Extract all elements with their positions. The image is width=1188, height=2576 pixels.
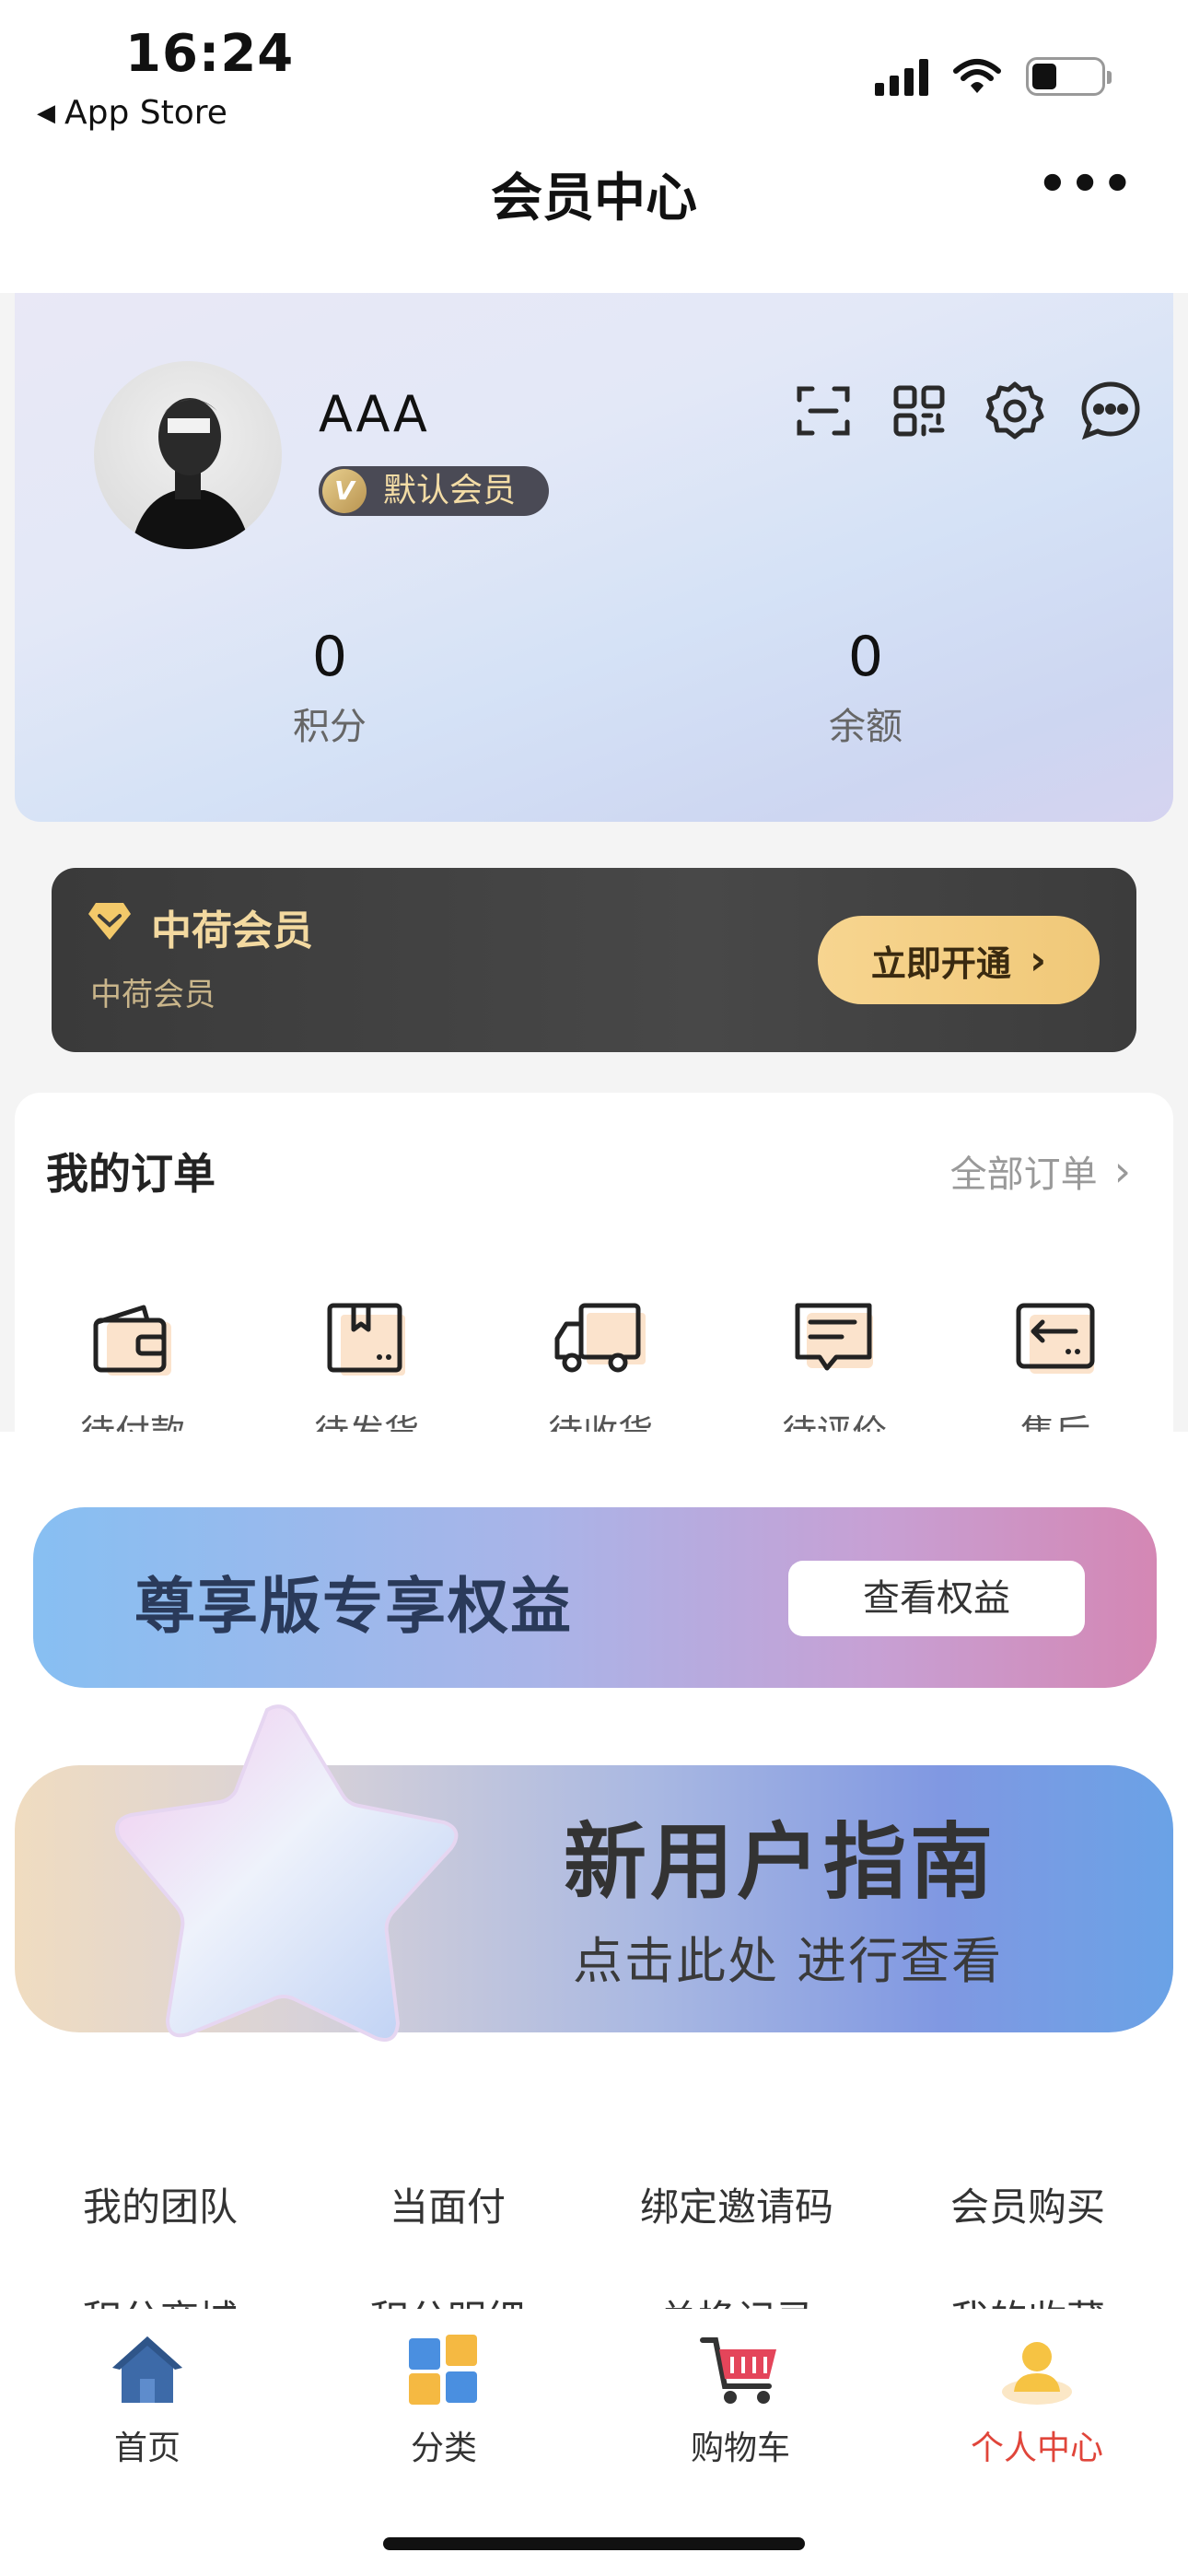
home-indicator	[383, 2537, 805, 2550]
service-my-team[interactable]: 我的团队	[22, 2176, 298, 2232]
truck-icon	[508, 1294, 693, 1386]
profile-card: AAA V 默认会员 0 积分 0 余额	[15, 293, 1173, 822]
cart-icon	[630, 2327, 851, 2412]
message-icon[interactable]	[1077, 378, 1144, 444]
tab-profile[interactable]: 个人中心	[926, 2327, 1147, 2469]
status-time: 16:24	[125, 24, 295, 84]
order-after-sales[interactable]: 售后	[963, 1294, 1147, 1455]
order-pending-shipment[interactable]: 待发货	[274, 1294, 459, 1455]
all-orders-link[interactable]: 全部订单 ›	[950, 1144, 1131, 1198]
chevron-right-icon: ›	[1113, 1146, 1131, 1196]
points-value: 0	[311, 625, 348, 689]
cellular-signal-icon	[875, 57, 928, 96]
points-stat[interactable]: 0 积分	[192, 625, 468, 750]
nav-bar: 会员中心 •••	[0, 138, 1188, 293]
profile-actions	[790, 378, 1144, 444]
avatar-portrait-icon	[131, 398, 250, 549]
service-face-pay[interactable]: 当面付	[309, 2176, 586, 2232]
avatar[interactable]	[94, 361, 282, 549]
category-icon	[333, 2327, 554, 2412]
order-pending-receipt[interactable]: 待收货	[508, 1294, 693, 1455]
status-icons	[875, 57, 1112, 96]
vip-title: 中荷会员	[151, 907, 313, 954]
order-pending-payment[interactable]: 待付款	[41, 1294, 225, 1455]
back-app-label: App Store	[64, 94, 227, 132]
guide-title: 新用户指南	[564, 1814, 996, 1911]
all-orders-label: 全部订单	[949, 1153, 1098, 1196]
qrcode-icon[interactable]	[886, 378, 952, 444]
balance-value: 0	[847, 625, 884, 689]
privilege-banner[interactable]: 尊享版专享权益 查看权益	[33, 1507, 1157, 1688]
guide-subtitle: 点击此处 进行查看	[573, 1932, 1004, 1990]
balance-label: 余额	[829, 706, 903, 748]
page-title: 会员中心	[491, 169, 697, 228]
view-privileges-button[interactable]: 查看权益	[788, 1561, 1085, 1636]
page: 16:24 ◀ App Store 会员中心 ••• AAA V 默认会员 0 …	[0, 0, 1188, 2576]
star-icon	[115, 1704, 459, 2042]
tab-home-label: 首页	[113, 2430, 181, 2467]
vip-subtitle: 中荷会员	[90, 977, 215, 1013]
tab-profile-label: 个人中心	[970, 2430, 1103, 2467]
balance-stat[interactable]: 0 余额	[728, 625, 1004, 750]
wifi-icon	[953, 59, 1001, 93]
points-label: 积分	[293, 706, 367, 748]
profile-icon	[926, 2327, 1147, 2412]
tab-category[interactable]: 分类	[333, 2327, 554, 2469]
service-bind-invite-code[interactable]: 绑定邀请码	[599, 2176, 875, 2232]
wallet-icon	[41, 1294, 225, 1386]
privilege-title: 尊享版专享权益	[134, 1571, 573, 1642]
battery-icon	[1026, 57, 1112, 96]
return-icon	[963, 1294, 1147, 1386]
tab-category-label: 分类	[410, 2430, 477, 2467]
vip-membership-banner[interactable]: 中荷会员 中荷会员 立即开通 ›	[52, 868, 1136, 1052]
settings-icon[interactable]	[982, 378, 1048, 444]
member-level-label: 默认会员	[383, 472, 517, 509]
more-options-icon[interactable]: •••	[1037, 157, 1135, 212]
chevron-right-icon: ›	[1029, 936, 1047, 984]
member-v-icon: V	[322, 469, 367, 513]
home-icon	[37, 2327, 258, 2412]
box-icon	[274, 1294, 459, 1386]
order-pending-review[interactable]: 待评价	[742, 1294, 926, 1455]
tab-cart[interactable]: 购物车	[630, 2327, 851, 2469]
open-vip-button[interactable]: 立即开通 ›	[818, 916, 1100, 1004]
service-member-purchase[interactable]: 会员购买	[890, 2176, 1166, 2232]
back-triangle-icon: ◀	[37, 99, 55, 127]
tab-bar: 首页 分类 购物车 个人中心	[0, 2309, 1188, 2576]
scan-icon[interactable]	[790, 378, 856, 444]
open-vip-label: 立即开通	[870, 943, 1011, 984]
tab-cart-label: 购物车	[690, 2430, 790, 2467]
comment-icon	[742, 1294, 926, 1386]
tab-home[interactable]: 首页	[37, 2327, 258, 2469]
orders-title: 我的订单	[46, 1149, 215, 1199]
diamond-icon	[88, 903, 131, 940]
status-bar: 16:24 ◀ App Store	[0, 0, 1188, 138]
orders-card: 我的订单 全部订单 › 待付款	[15, 1093, 1173, 1453]
username: AAA	[319, 385, 429, 443]
back-to-app-store[interactable]: ◀ App Store	[37, 94, 227, 132]
member-level-badge[interactable]: V 默认会员	[319, 466, 550, 516]
